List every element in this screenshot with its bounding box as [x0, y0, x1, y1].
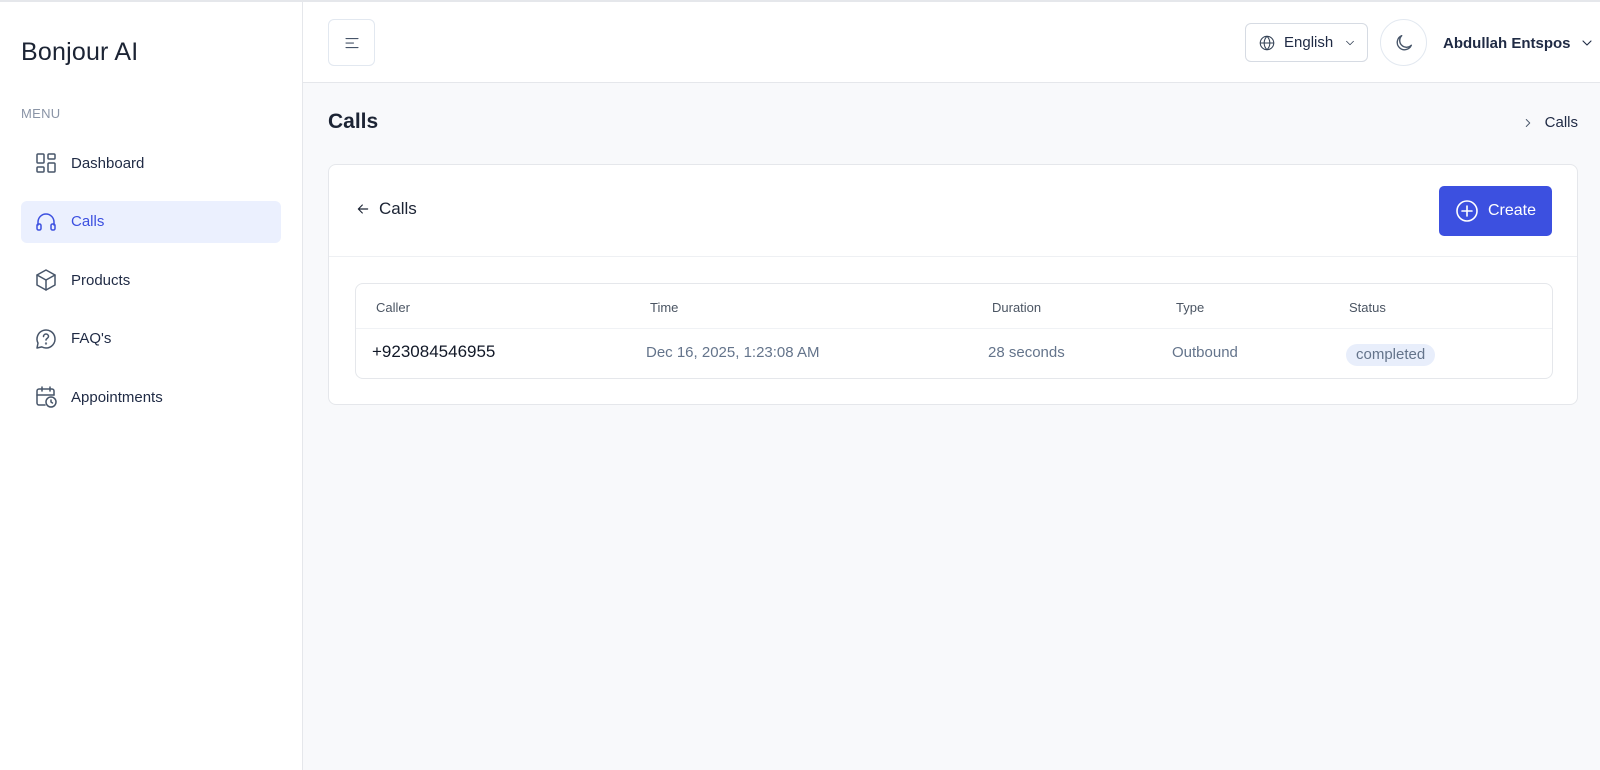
- sidebar-toggle-button[interactable]: [328, 19, 375, 66]
- dashboard-grid-icon: [33, 150, 59, 176]
- menu-icon: [344, 37, 359, 48]
- sidebar: Bonjour AI MENU Dashboard Calls Products: [0, 2, 303, 770]
- calls-table: Caller Time Duration Type Status +923084…: [355, 283, 1553, 379]
- box-icon: [33, 267, 59, 293]
- sidebar-nav: Dashboard Calls Products FAQ's Appointme…: [21, 142, 281, 435]
- calls-card: Calls Create Caller Time Duration Type S…: [328, 164, 1578, 405]
- sidebar-item-dashboard[interactable]: Dashboard: [21, 142, 281, 184]
- top-header: English Abdullah Entspos: [303, 2, 1600, 83]
- brand-logo[interactable]: Bonjour AI: [21, 38, 138, 67]
- moon-icon: [1396, 34, 1412, 50]
- sidebar-item-label: Appointments: [71, 388, 163, 406]
- globe-icon: [1259, 35, 1275, 50]
- page-title: Calls: [328, 110, 379, 133]
- sidebar-item-appointments[interactable]: Appointments: [21, 376, 281, 418]
- card-header: Calls Create: [329, 165, 1577, 257]
- sidebar-item-faqs[interactable]: FAQ's: [21, 318, 281, 360]
- table-header: Caller Time Duration Type Status: [356, 284, 1552, 329]
- back-label: Calls: [379, 199, 417, 218]
- user-name: Abdullah Entspos: [1443, 34, 1571, 52]
- create-button[interactable]: Create: [1439, 186, 1552, 236]
- app-root: Bonjour AI MENU Dashboard Calls Products: [0, 0, 1600, 770]
- cell-time: Dec 16, 2025, 1:23:08 AM: [646, 344, 820, 361]
- arrow-left-icon: [357, 204, 369, 214]
- calendar-clock-icon: [33, 384, 59, 410]
- chevron-right-icon: [1525, 118, 1530, 127]
- column-header-type[interactable]: Type: [1176, 300, 1204, 315]
- column-header-caller[interactable]: Caller: [376, 300, 410, 315]
- theme-toggle-button[interactable]: [1380, 19, 1427, 66]
- status-badge: completed: [1346, 344, 1436, 366]
- chevron-down-icon: [1346, 40, 1355, 45]
- back-button[interactable]: Calls: [355, 199, 417, 219]
- language-selector[interactable]: English: [1245, 23, 1368, 62]
- sidebar-item-label: Dashboard: [71, 154, 145, 172]
- sidebar-item-label: Products: [71, 271, 131, 289]
- help-circle-icon: [33, 326, 59, 352]
- plus-circle-icon: [1456, 200, 1478, 222]
- cell-caller: +923084546955: [372, 342, 496, 361]
- breadcrumb-current: Calls: [1544, 114, 1578, 131]
- table-row[interactable]: +923084546955 Dec 16, 2025, 1:23:08 AM 2…: [356, 329, 1552, 379]
- breadcrumb: Calls: [1521, 114, 1578, 131]
- cell-type: Outbound: [1172, 344, 1238, 361]
- language-label: English: [1284, 34, 1334, 51]
- sidebar-item-label: FAQ's: [71, 330, 112, 347]
- headset-icon: [33, 209, 59, 235]
- cell-duration: 28 seconds: [988, 344, 1065, 361]
- column-header-duration[interactable]: Duration: [992, 300, 1041, 315]
- sidebar-item-label: Calls: [71, 213, 105, 230]
- sidebar-item-calls[interactable]: Calls: [21, 200, 281, 243]
- menu-section-label: MENU: [21, 106, 61, 121]
- chevron-down-icon: [1581, 40, 1592, 46]
- create-label: Create: [1487, 202, 1537, 219]
- column-header-time[interactable]: Time: [650, 300, 678, 315]
- sidebar-item-products[interactable]: Products: [21, 259, 281, 301]
- column-header-status[interactable]: Status: [1349, 300, 1386, 315]
- user-menu[interactable]: Abdullah Entspos: [1443, 31, 1595, 55]
